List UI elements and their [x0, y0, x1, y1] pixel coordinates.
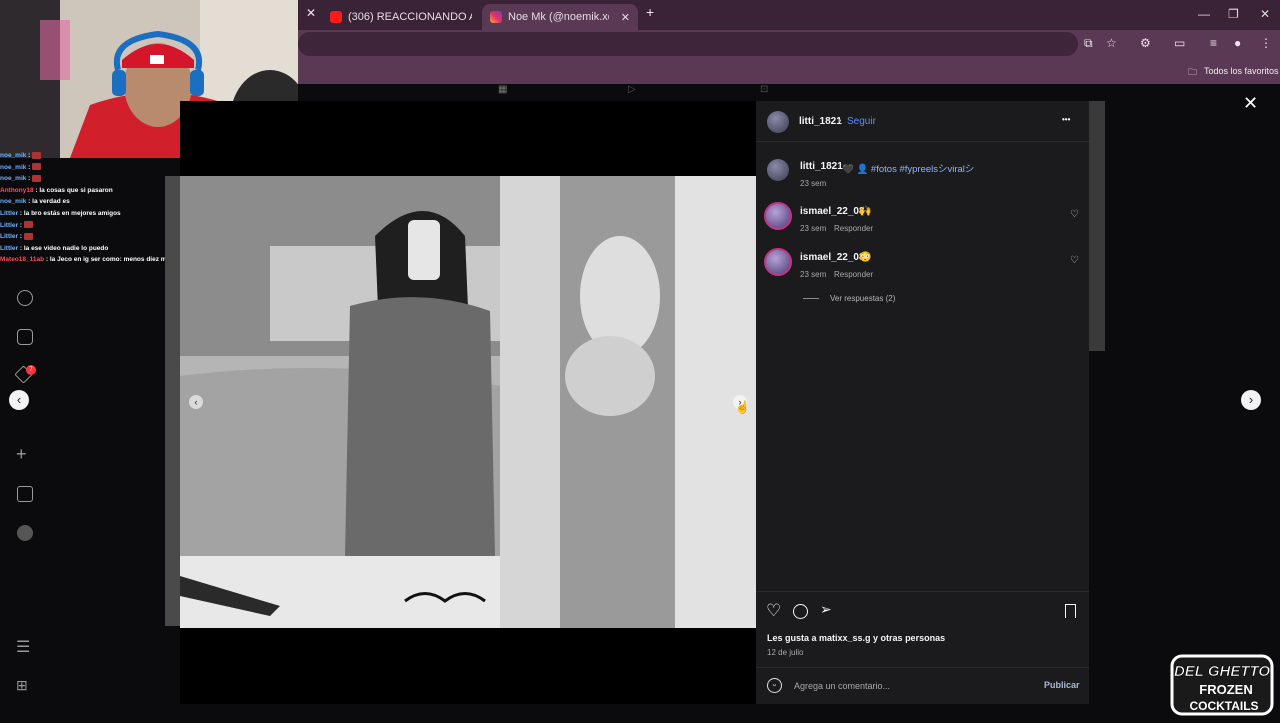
- comment-time: 23 sem: [800, 270, 827, 279]
- caption-text: 🖤 👤 #fotos #fypreelsシviralシ: [842, 164, 975, 175]
- cursor-icon: ☝: [735, 400, 750, 414]
- address-bar[interactable]: [298, 32, 1078, 56]
- folder-icon: 🗀: [1188, 67, 1198, 77]
- grid-icon[interactable]: ▦: [498, 84, 507, 95]
- save-icon[interactable]: [1065, 604, 1076, 618]
- dashboard-icon[interactable]: [17, 486, 33, 502]
- profile-avatar[interactable]: ●: [1234, 36, 1241, 50]
- background-post-edge: [1089, 101, 1105, 351]
- create-icon[interactable]: +: [16, 444, 27, 465]
- post-photo: [180, 176, 756, 628]
- tagged-tab-icon[interactable]: ⊡: [760, 84, 768, 95]
- close-icon[interactable]: ✕: [1243, 93, 1258, 114]
- star-icon[interactable]: ☆: [1106, 36, 1117, 50]
- svg-text:DEL GHETTO: DEL GHETTO: [1174, 663, 1270, 680]
- likes-text[interactable]: Les gusta a matixx_ss.g y otras personas: [767, 633, 945, 643]
- emote-icon: [32, 163, 42, 171]
- instagram-icon: [490, 11, 502, 23]
- comment-icon[interactable]: [793, 604, 808, 619]
- emote-icon: [23, 232, 33, 240]
- commenter-avatar[interactable]: [764, 202, 792, 230]
- extensions-icon[interactable]: ⚙: [1140, 36, 1151, 50]
- reels-tab-icon[interactable]: ▷: [628, 84, 636, 95]
- new-tab-button[interactable]: +: [646, 4, 654, 20]
- divider: [756, 667, 1089, 668]
- like-icon[interactable]: ♡: [766, 601, 781, 621]
- sponsor-logo: DEL GHETTO FROZEN COCKTAILS: [1168, 652, 1276, 718]
- reply-button[interactable]: Responder: [834, 224, 873, 233]
- prev-post-button[interactable]: ‹: [9, 390, 29, 410]
- close-icon[interactable]: ✕: [306, 6, 316, 20]
- bookmarks-bar: 🗀 Todos los favoritos: [298, 58, 1280, 84]
- background-post-edge: [165, 176, 180, 626]
- browser-tab-strip: ✕ (306) REACCIONANDO A LA TI Noe Mk (@no…: [298, 0, 1280, 30]
- logo-graphic: DEL GHETTO FROZEN COCKTAILS: [1170, 654, 1274, 716]
- separator-dot: •: [838, 116, 842, 127]
- comment-time: 23 sem: [800, 224, 827, 233]
- view-replies-link[interactable]: Ver respuestas (2): [830, 294, 895, 303]
- profile-icon[interactable]: [17, 525, 33, 541]
- reply-button[interactable]: Responder: [834, 270, 873, 279]
- comment-text: 😳: [859, 252, 872, 263]
- like-comment-icon[interactable]: ♡: [1070, 209, 1079, 220]
- tab-label: (306) REACCIONANDO A LA TI: [348, 11, 472, 23]
- browser-toolbar: ⧉ ☆ ⚙ ▭ ≡ ● ⋮: [298, 30, 1280, 58]
- author-avatar[interactable]: [767, 111, 789, 133]
- window-close-icon[interactable]: ✕: [1260, 7, 1270, 21]
- explore-icon[interactable]: [17, 290, 33, 306]
- reels-icon[interactable]: [17, 329, 33, 345]
- like-comment-icon[interactable]: ♡: [1070, 255, 1079, 266]
- minimize-icon[interactable]: —: [1198, 7, 1210, 21]
- mirror-selfie-image: [180, 176, 756, 628]
- more-menu-icon[interactable]: ☰: [16, 637, 30, 657]
- replies-line: [803, 298, 819, 299]
- chat-line: noe_mik :: [0, 162, 200, 174]
- apps-icon[interactable]: ⊞: [16, 677, 28, 694]
- notification-badge: 7: [26, 365, 36, 375]
- comment-username[interactable]: ismael_22_08: [800, 206, 865, 217]
- tab-label: Noe Mk (@noemik.xd) • Fotos y: [508, 11, 609, 23]
- emote-icon: [23, 221, 33, 229]
- divider: [756, 141, 1089, 142]
- maximize-icon[interactable]: ❐: [1228, 7, 1239, 21]
- author-username[interactable]: litti_1821: [799, 116, 842, 127]
- comment-username[interactable]: ismael_22_08: [800, 252, 865, 263]
- follow-button[interactable]: Seguir: [847, 116, 876, 127]
- prev-image-button[interactable]: ‹: [189, 395, 203, 409]
- youtube-icon: [330, 11, 342, 23]
- more-options-icon[interactable]: •••: [1062, 115, 1070, 124]
- caption-username[interactable]: litti_1821: [800, 161, 843, 172]
- comment-input[interactable]: Agrega un comentario...: [794, 681, 890, 691]
- tab-instagram[interactable]: Noe Mk (@noemik.xd) • Fotos y ✕: [482, 4, 638, 30]
- menu-icon[interactable]: ⋮: [1260, 36, 1272, 50]
- emote-icon: [32, 174, 42, 182]
- close-tab-icon[interactable]: ✕: [621, 11, 630, 24]
- all-bookmarks-link[interactable]: Todos los favoritos: [1204, 66, 1279, 76]
- chat-line: noe_mik :: [0, 150, 200, 162]
- media-icon[interactable]: ≡: [1210, 36, 1217, 50]
- next-post-button[interactable]: ›: [1241, 390, 1261, 410]
- post-details-panel: litti_1821 • Seguir ••• litti_1821 🖤 👤 #…: [756, 101, 1089, 704]
- divider: [756, 591, 1089, 592]
- caption-avatar[interactable]: [767, 159, 789, 181]
- emote-icon: [32, 151, 42, 159]
- svg-text:FROZEN: FROZEN: [1199, 682, 1252, 697]
- tab-youtube[interactable]: (306) REACCIONANDO A LA TI: [322, 4, 472, 30]
- emoji-icon[interactable]: ᵕ: [767, 678, 782, 693]
- comment-text: 🙌: [859, 206, 872, 217]
- share-icon[interactable]: ➢: [820, 601, 832, 618]
- caption-time: 23 sem: [800, 179, 827, 188]
- publish-button[interactable]: Publicar: [1044, 680, 1080, 690]
- svg-text:COCKTAILS: COCKTAILS: [1189, 699, 1258, 713]
- side-panel-icon[interactable]: ▭: [1174, 36, 1185, 50]
- install-app-icon[interactable]: ⧉: [1084, 36, 1093, 51]
- commenter-avatar[interactable]: [764, 248, 792, 276]
- post-date: 12 de julio: [767, 648, 804, 657]
